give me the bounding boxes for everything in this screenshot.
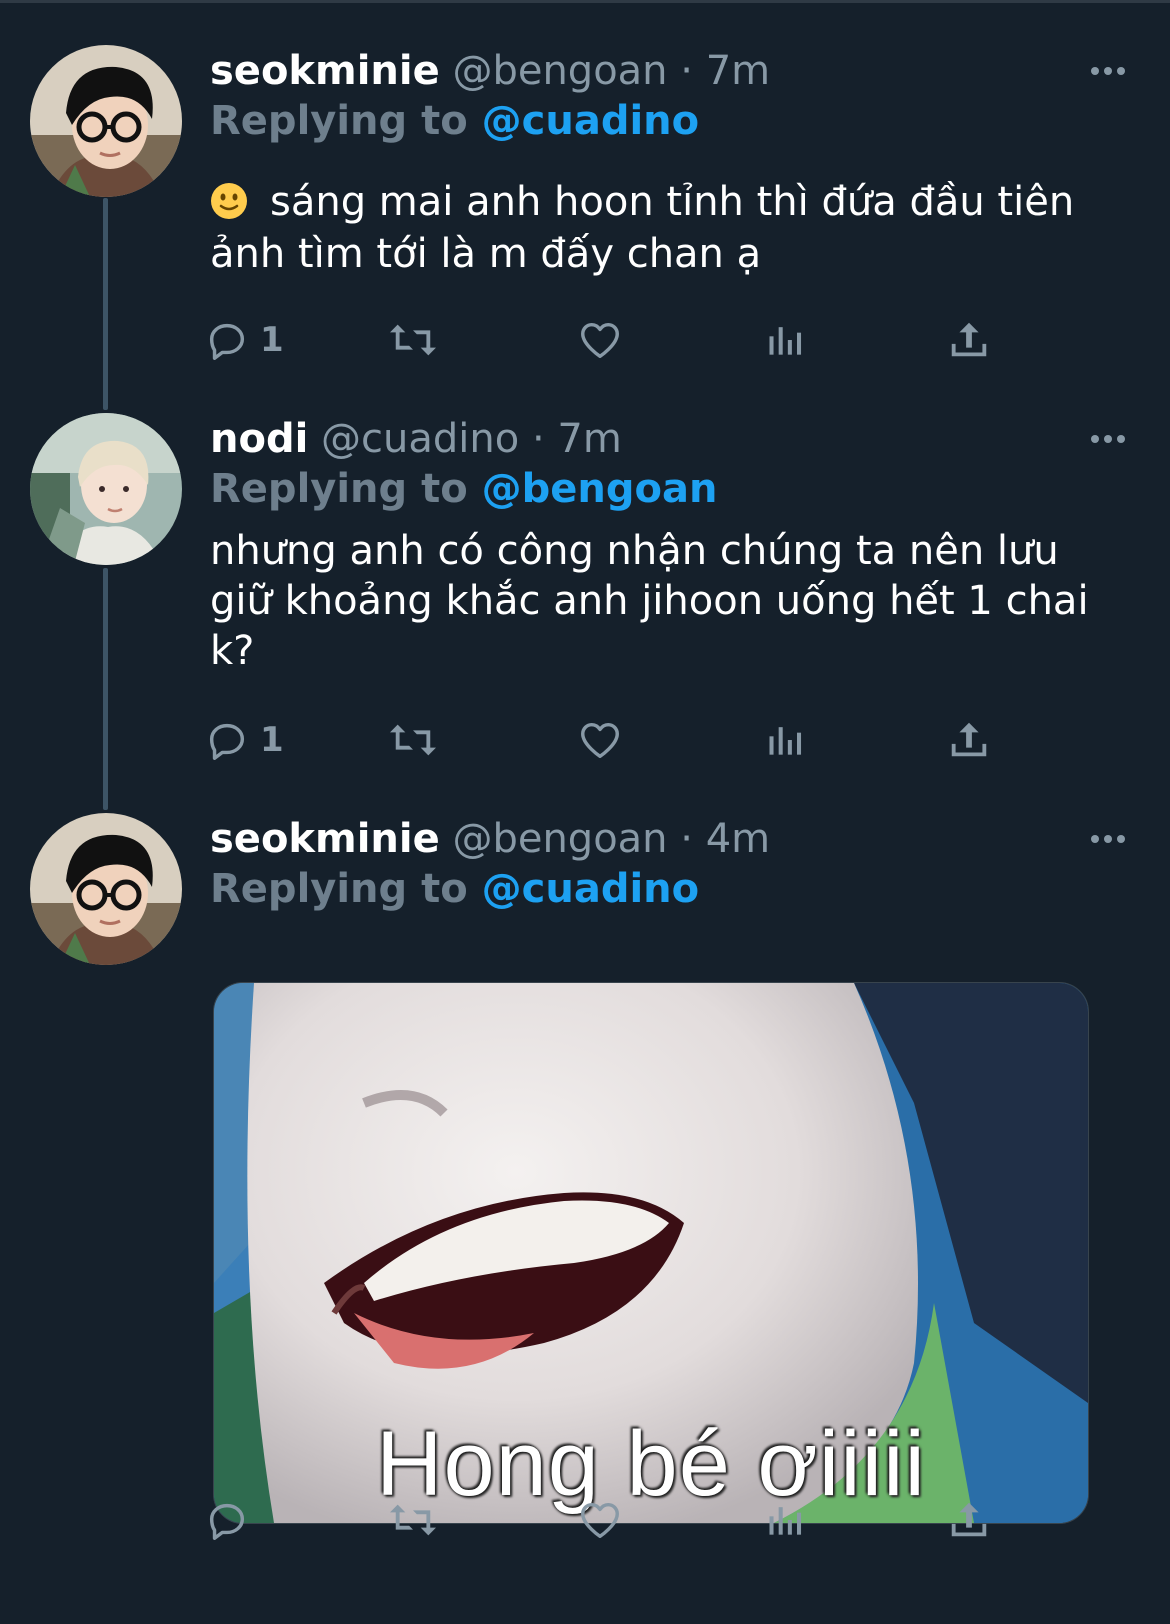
display-name[interactable]: nodi	[210, 416, 308, 462]
top-divider	[0, 0, 1170, 3]
reply-count: 1	[260, 320, 284, 360]
retweet-icon	[390, 1504, 436, 1536]
analytics-button[interactable]	[764, 314, 808, 366]
mention-link[interactable]: @bengoan	[482, 466, 718, 512]
tweet-actions: 1	[209, 314, 1090, 366]
reply-button[interactable]	[204, 1494, 260, 1546]
like-icon	[581, 722, 619, 759]
replying-to-label: Replying to	[210, 866, 468, 912]
share-button[interactable]	[946, 1494, 992, 1546]
reply-button[interactable]: 1	[204, 314, 284, 366]
slightly-smiling-face-icon	[211, 183, 247, 219]
tweet-text-line: k?	[210, 628, 255, 674]
tweet-text-line: ảnh tìm tới là m đấy chan ạ	[210, 231, 762, 277]
like-button[interactable]	[576, 314, 624, 366]
retweet-button[interactable]	[386, 714, 440, 766]
tweet-header: seokminie @bengoan · 7m	[210, 47, 770, 95]
analytics-icon	[769, 327, 802, 355]
tweet-text: sáng mai anh hoon tỉnh thì đứa đầu tiên …	[210, 176, 1110, 280]
avatar[interactable]	[30, 413, 182, 565]
like-icon	[581, 1502, 619, 1539]
mention-link[interactable]: @cuadino	[482, 98, 699, 144]
more-icon[interactable]	[1088, 419, 1128, 459]
tweet-text-line: sáng mai anh hoon tỉnh thì đứa đầu tiên	[270, 179, 1075, 225]
retweet-button[interactable]	[386, 314, 440, 366]
reply-icon	[209, 723, 245, 760]
tweet-actions	[209, 1494, 1090, 1546]
tweet-text-line: nhưng anh có công nhận chúng ta nên lưu	[210, 528, 1059, 574]
analytics-icon	[769, 727, 802, 755]
avatar[interactable]	[30, 45, 182, 197]
mention-link[interactable]: @cuadino	[482, 866, 699, 912]
share-icon	[951, 1502, 987, 1537]
reply-count: 1	[260, 720, 284, 760]
separator: ·	[680, 816, 693, 862]
replying-to-label: Replying to	[210, 98, 468, 144]
tweet-header: nodi @cuadino · 7m	[210, 415, 622, 463]
replying-to: Replying to @cuadino	[210, 865, 699, 913]
timestamp[interactable]: 7m	[557, 416, 621, 462]
replying-to: Replying to @bengoan	[210, 465, 717, 513]
like-button[interactable]	[576, 1494, 624, 1546]
retweet-icon	[390, 324, 436, 356]
analytics-button[interactable]	[764, 714, 808, 766]
replying-to-label: Replying to	[210, 466, 468, 512]
tweet-header: seokminie @bengoan · 4m	[210, 815, 770, 863]
reply-button[interactable]: 1	[204, 714, 284, 766]
user-handle[interactable]: @bengoan	[452, 816, 667, 862]
more-icon[interactable]	[1088, 819, 1128, 859]
retweet-button[interactable]	[386, 1494, 440, 1546]
tweet-media-image[interactable]: Hong bé ơiiiii	[213, 982, 1089, 1524]
share-button[interactable]	[946, 714, 992, 766]
share-button[interactable]	[946, 314, 992, 366]
user-handle[interactable]: @bengoan	[452, 48, 667, 94]
timestamp[interactable]: 7m	[706, 48, 770, 94]
retweet-icon	[390, 724, 436, 756]
tweet-text: nhưng anh có công nhận chúng ta nên lưu …	[210, 526, 1110, 676]
replying-to: Replying to @cuadino	[210, 97, 699, 145]
tweet-text-line: giữ khoảng khắc anh jihoon uống hết 1 ch…	[210, 578, 1089, 624]
reply-icon	[209, 323, 245, 360]
share-icon	[951, 322, 987, 357]
tweet-actions: 1	[209, 714, 1090, 766]
analytics-icon	[769, 1507, 802, 1535]
separator: ·	[531, 416, 545, 462]
like-button[interactable]	[576, 714, 624, 766]
display-name[interactable]: seokminie	[210, 48, 440, 94]
more-icon[interactable]	[1088, 51, 1128, 91]
like-icon	[581, 322, 619, 359]
timestamp[interactable]: 4m	[706, 816, 770, 862]
user-handle[interactable]: @cuadino	[321, 416, 519, 462]
thread-connector-line	[103, 568, 108, 810]
thread-connector-line	[103, 198, 108, 410]
share-icon	[951, 722, 987, 757]
reply-icon	[209, 1503, 245, 1540]
analytics-button[interactable]	[764, 1494, 808, 1546]
avatar[interactable]	[30, 813, 182, 965]
separator: ·	[680, 48, 693, 94]
display-name[interactable]: seokminie	[210, 816, 440, 862]
